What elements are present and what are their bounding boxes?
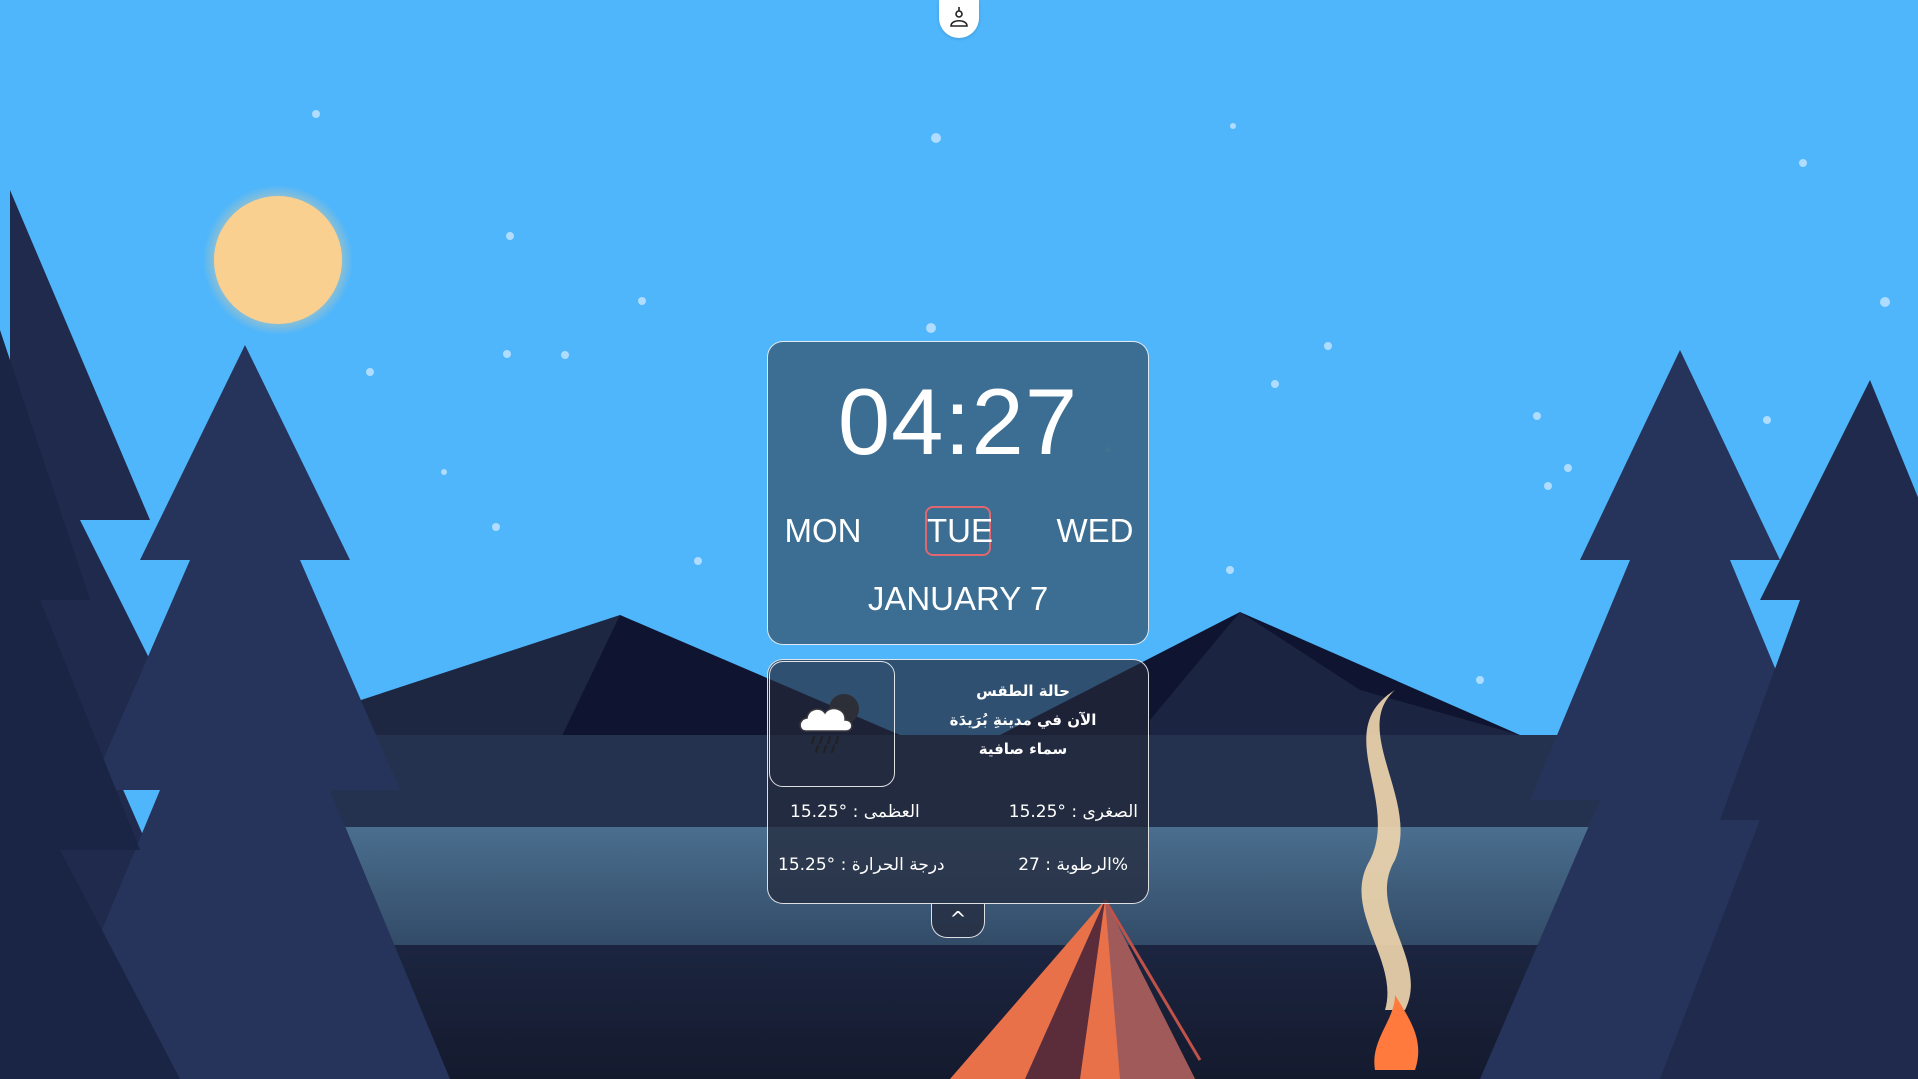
day-current: TUE [925, 506, 993, 556]
max-temperature: العظمى : °15.25 [790, 802, 920, 822]
humidity: الرطوبة : 27% [1018, 855, 1128, 875]
day-next: WED [1056, 512, 1134, 549]
sun [214, 196, 342, 324]
temperature: درجة الحرارة : °15.25 [778, 855, 945, 875]
weather-city: الآن في مدينةِ بُرَيدَة [949, 711, 1097, 729]
rain-cloud-icon [792, 687, 872, 761]
user-icon [948, 5, 970, 33]
weather-description: سماء صافية [978, 740, 1068, 758]
date-label: JANUARY 7 [867, 580, 1049, 617]
weather-icon-box [769, 661, 895, 787]
clock-time: 04:27 [837, 369, 1079, 474]
min-temperature: الصغرى : °15.25 [1008, 802, 1138, 822]
day-previous: MON [784, 512, 862, 549]
clock-card: 04:27 MON TUE WED JANUARY 7 [767, 341, 1149, 645]
collapse-toggle-button[interactable]: ^ [931, 904, 985, 938]
weather-card: حالة الطقس الآن في مدينةِ بُرَيدَة سماء … [767, 659, 1149, 904]
weather-title: حالة الطقس [976, 682, 1070, 700]
